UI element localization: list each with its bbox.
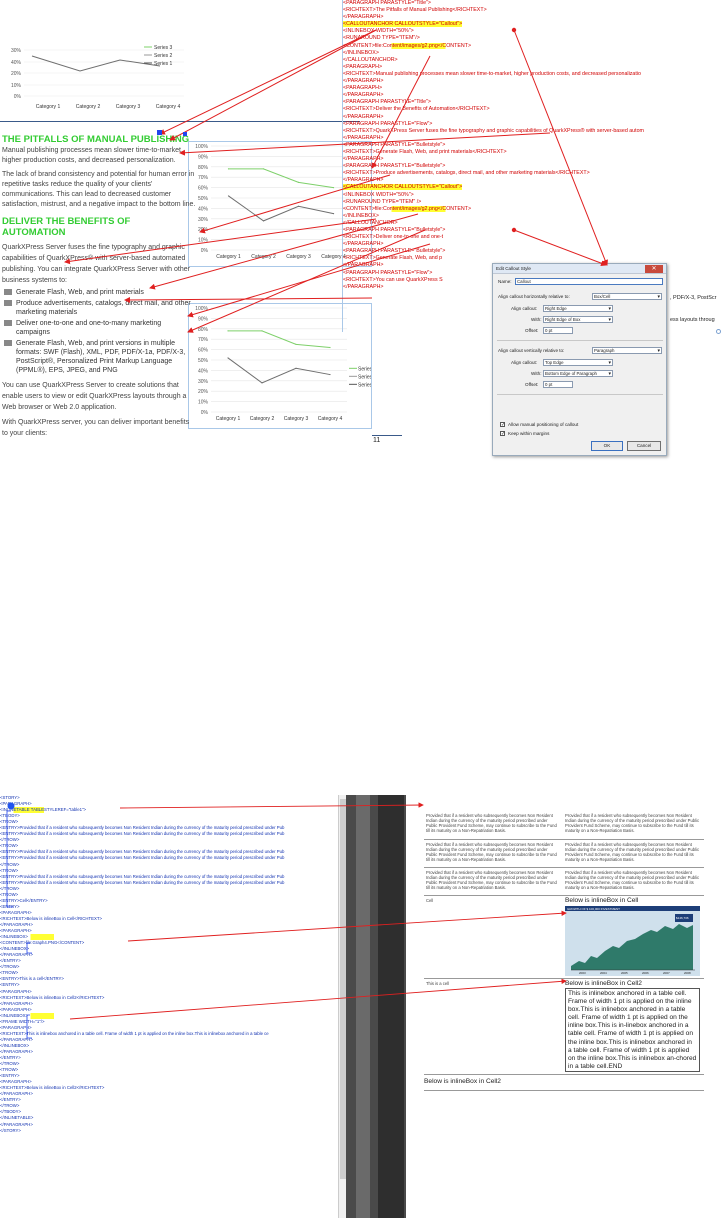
arrow-richtext-2	[199, 174, 391, 234]
arrow-table	[119, 802, 424, 809]
arrow-callout-1b	[169, 29, 377, 141]
arrow-bullet-2	[149, 213, 419, 290]
bracket-inlinebox-1	[26, 942, 32, 954]
annotation-arrows-top	[64, 27, 608, 333]
arrow-inlinebox-graph	[127, 910, 567, 942]
annotation-arrows-bottom	[6, 802, 567, 1039]
arrow-richtext-1	[179, 132, 551, 156]
arrow-to-dialog-1	[513, 29, 608, 266]
bracket-inlinebox-2	[26, 1014, 32, 1039]
arrow-content-1	[371, 55, 431, 169]
arrow-inlinebox-frame	[69, 978, 567, 1020]
arrow-to-dialog-2	[513, 229, 607, 267]
arrow-callout-1	[159, 29, 377, 135]
bracket-table	[6, 810, 13, 908]
